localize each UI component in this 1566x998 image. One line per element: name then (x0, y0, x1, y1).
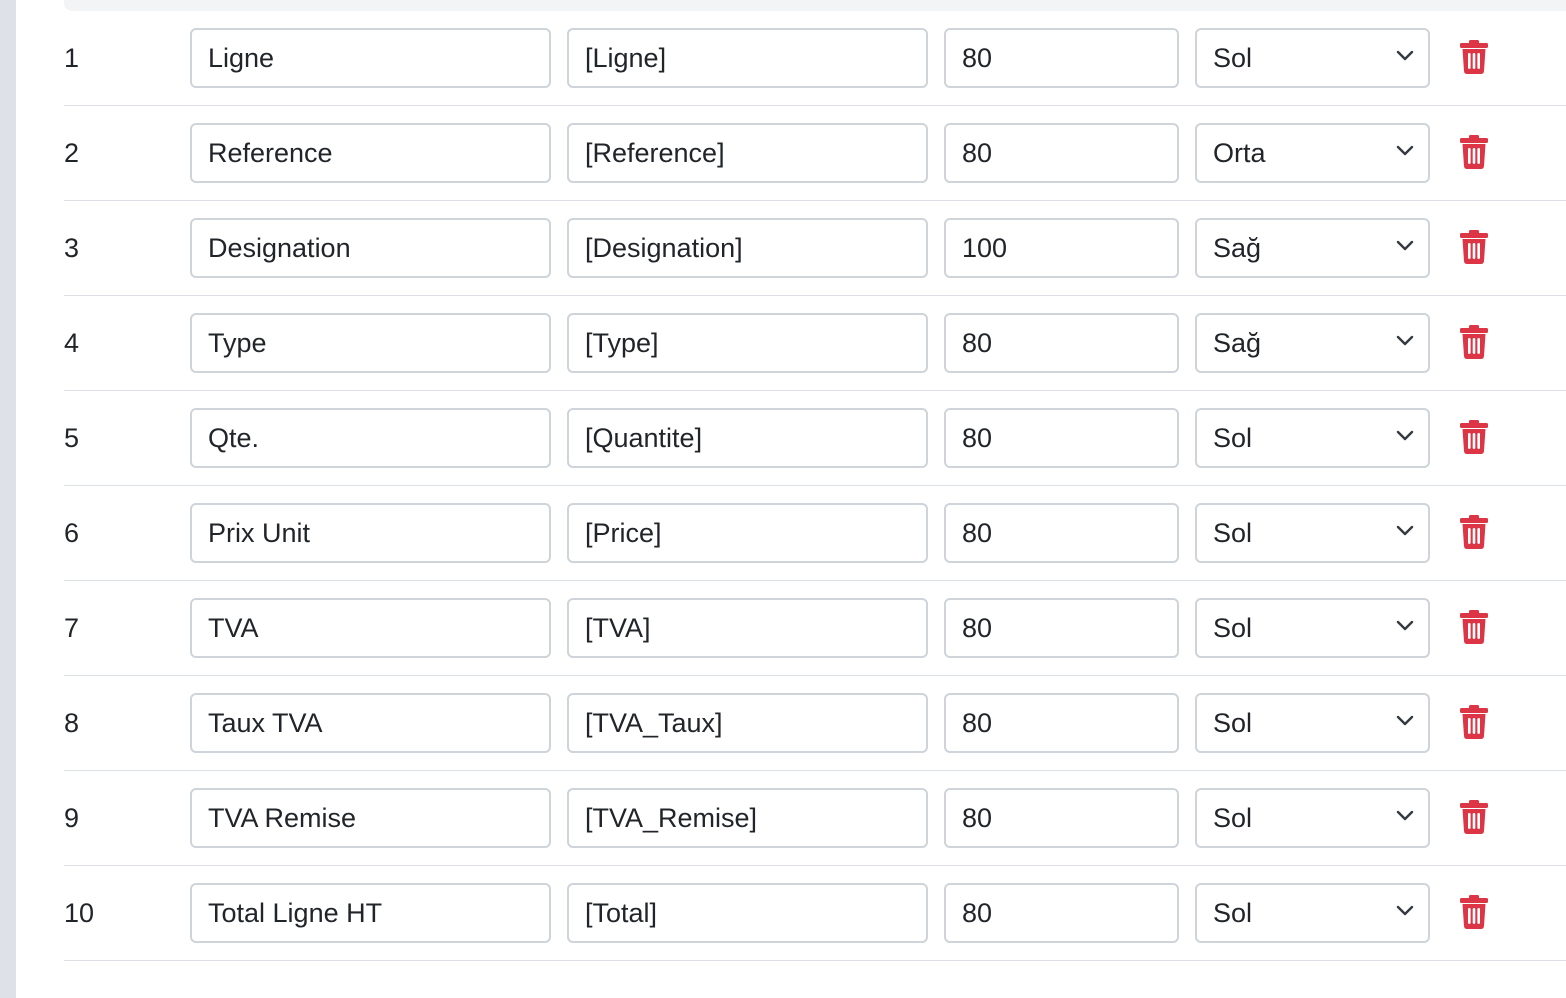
chevron-down-icon (1396, 145, 1414, 156)
alignment-value: Sol (1213, 803, 1253, 833)
table-row: 2 Reference [Reference] 80 Orta (64, 106, 1566, 201)
trash-icon[interactable] (1459, 420, 1489, 454)
table-row: 1 Ligne [Ligne] 80 Sol (64, 11, 1566, 106)
alignment-value: Sol (1213, 898, 1253, 928)
label-input[interactable]: TVA Remise (190, 788, 551, 848)
label-input[interactable]: Reference (190, 123, 551, 183)
row-number: 9 (64, 803, 80, 833)
row-number: 4 (64, 328, 80, 358)
left-gutter (0, 0, 16, 998)
chevron-down-icon (1396, 335, 1414, 346)
alignment-value: Sağ (1213, 328, 1262, 358)
table-row: 4 Type [Type] 80 Sağ (64, 296, 1566, 391)
table-row: 9 TVA Remise [TVA_Remise] 80 Sol (64, 771, 1566, 866)
label-input[interactable]: Prix Unit (190, 503, 551, 563)
alignment-select[interactable]: Orta (1195, 123, 1430, 183)
label-input[interactable]: TVA (190, 598, 551, 658)
alignment-value: Sol (1213, 708, 1253, 738)
trash-icon[interactable] (1459, 705, 1489, 739)
table-row: 3 Designation [Designation] 100 Sağ (64, 201, 1566, 296)
row-number: 7 (64, 613, 80, 643)
trash-icon[interactable] (1459, 800, 1489, 834)
variable-input[interactable]: [Quantite] (567, 408, 928, 468)
trash-icon[interactable] (1459, 515, 1489, 549)
trash-icon[interactable] (1459, 610, 1489, 644)
chevron-down-icon (1396, 50, 1414, 61)
alignment-select[interactable]: Sol (1195, 503, 1430, 563)
row-number: 5 (64, 423, 80, 453)
chevron-down-icon (1396, 810, 1414, 821)
label-input[interactable]: Ligne (190, 28, 551, 88)
chevron-down-icon (1396, 430, 1414, 441)
width-input[interactable]: 80 (944, 788, 1179, 848)
alignment-value: Sol (1213, 43, 1253, 73)
trash-icon[interactable] (1459, 230, 1489, 264)
columns-table: 1 Ligne [Ligne] 80 Sol 2 Reference [Refe… (64, 11, 1566, 961)
table-row: 6 Prix Unit [Price] 80 Sol (64, 486, 1566, 581)
row-number: 6 (64, 518, 80, 548)
trash-icon[interactable] (1459, 895, 1489, 929)
label-input[interactable]: Designation (190, 218, 551, 278)
variable-input[interactable]: [TVA] (567, 598, 928, 658)
width-input[interactable]: 100 (944, 218, 1179, 278)
row-number: 2 (64, 138, 80, 168)
width-input[interactable]: 80 (944, 883, 1179, 943)
table-row: 5 Qte. [Quantite] 80 Sol (64, 391, 1566, 486)
variable-input[interactable]: [Designation] (567, 218, 928, 278)
alignment-value: Sol (1213, 613, 1253, 643)
chevron-down-icon (1396, 715, 1414, 726)
alignment-value: Sol (1213, 423, 1253, 453)
trash-icon[interactable] (1459, 325, 1489, 359)
width-input[interactable]: 80 (944, 123, 1179, 183)
width-input[interactable]: 80 (944, 598, 1179, 658)
variable-input[interactable]: [Ligne] (567, 28, 928, 88)
variable-input[interactable]: [Total] (567, 883, 928, 943)
table-row: 7 TVA [TVA] 80 Sol (64, 581, 1566, 676)
chevron-down-icon (1396, 620, 1414, 631)
trash-icon[interactable] (1459, 40, 1489, 74)
alignment-select[interactable]: Sağ (1195, 218, 1430, 278)
variable-input[interactable]: [TVA_Taux] (567, 693, 928, 753)
alignment-select[interactable]: Sol (1195, 408, 1430, 468)
width-input[interactable]: 80 (944, 503, 1179, 563)
chevron-down-icon (1396, 525, 1414, 536)
width-input[interactable]: 80 (944, 28, 1179, 88)
variable-input[interactable]: [Price] (567, 503, 928, 563)
chevron-down-icon (1396, 905, 1414, 916)
width-input[interactable]: 80 (944, 313, 1179, 373)
alignment-select[interactable]: Sol (1195, 598, 1430, 658)
alignment-value: Sağ (1213, 233, 1262, 263)
label-input[interactable]: Total Ligne HT (190, 883, 551, 943)
variable-input[interactable]: [Type] (567, 313, 928, 373)
alignment-select[interactable]: Sol (1195, 788, 1430, 848)
table-header-strip (64, 0, 1566, 11)
alignment-value: Orta (1213, 138, 1266, 168)
label-input[interactable]: Type (190, 313, 551, 373)
table-row: 8 Taux TVA [TVA_Taux] 80 Sol (64, 676, 1566, 771)
variable-input[interactable]: [Reference] (567, 123, 928, 183)
table-row: 10 Total Ligne HT [Total] 80 Sol (64, 866, 1566, 961)
alignment-select[interactable]: Sol (1195, 883, 1430, 943)
label-input[interactable]: Taux TVA (190, 693, 551, 753)
label-input[interactable]: Qte. (190, 408, 551, 468)
width-input[interactable]: 80 (944, 693, 1179, 753)
row-number: 8 (64, 708, 80, 738)
variable-input[interactable]: [TVA_Remise] (567, 788, 928, 848)
row-number: 1 (64, 43, 80, 73)
alignment-select[interactable]: Sol (1195, 28, 1430, 88)
alignment-select[interactable]: Sol (1195, 693, 1430, 753)
width-input[interactable]: 80 (944, 408, 1179, 468)
row-number: 3 (64, 233, 80, 263)
trash-icon[interactable] (1459, 135, 1489, 169)
alignment-value: Sol (1213, 518, 1253, 548)
row-number: 10 (64, 898, 95, 928)
chevron-down-icon (1396, 240, 1414, 251)
alignment-select[interactable]: Sağ (1195, 313, 1430, 373)
